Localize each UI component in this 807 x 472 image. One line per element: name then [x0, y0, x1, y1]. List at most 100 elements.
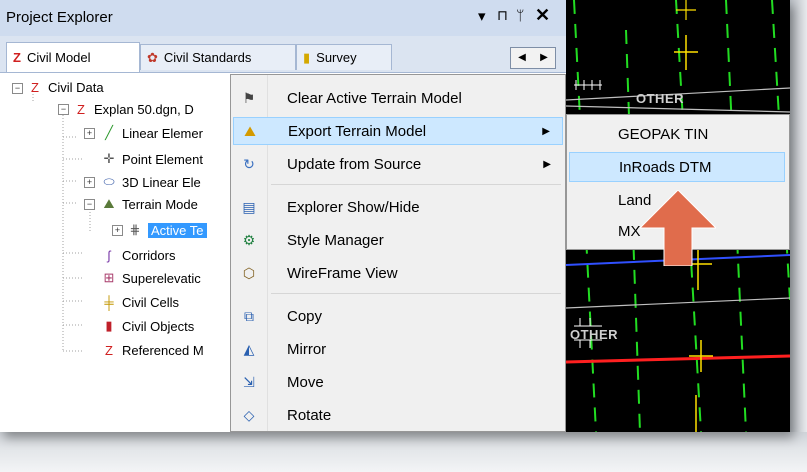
- menu-item-clear-active-terrain[interactable]: ⚑ Clear Active Terrain Model: [233, 84, 563, 112]
- panel-title-bar[interactable]: Project Explorer ▾ ⊓ ᛘ ✕: [0, 0, 566, 36]
- civil-cell-icon: ╪: [104, 294, 114, 310]
- menu-item-label: Move: [287, 373, 324, 391]
- tab-civil-standards[interactable]: ✿ Civil Standards: [140, 44, 296, 70]
- tree-item-dgn-file[interactable]: Z Explan 50.dgn, D: [72, 99, 194, 119]
- scroll-right-icon[interactable]: ▶: [533, 48, 555, 68]
- close-icon[interactable]: ✕: [535, 5, 550, 26]
- tree-item-label: Referenced M: [122, 342, 204, 358]
- screenshot: Project Explorer ▾ ⊓ ᛘ ✕ Z Civil Model ✿…: [0, 0, 790, 432]
- tree-item-label: 3D Linear Ele: [122, 174, 201, 190]
- collapse-toggle[interactable]: −: [12, 83, 23, 94]
- annotation-arrow-icon: [640, 190, 716, 266]
- tree-item-point-elements[interactable]: ✛ Point Element: [100, 149, 203, 169]
- menu-item-label: Clear Active Terrain Model: [287, 89, 462, 107]
- linear-element-icon: ╱: [105, 125, 113, 140]
- tab-scroll-buttons: ◀ ▶: [510, 47, 556, 69]
- tab-label: Civil Standards: [163, 50, 252, 65]
- submenu-item-label: GEOPAK TIN: [618, 125, 709, 143]
- cad-label-top: OTHER: [636, 91, 684, 106]
- submenu-arrow-icon: ▶: [543, 158, 551, 170]
- expand-toggle[interactable]: +: [84, 128, 95, 139]
- terrain-model-icon: ⛰: [103, 196, 115, 211]
- submenu-arrow-icon: ▶: [542, 125, 550, 137]
- tree-item-label: Civil Data: [48, 79, 104, 95]
- mirror-icon: ◭: [243, 340, 255, 357]
- point-element-icon: ✛: [103, 151, 115, 166]
- dropdown-icon[interactable]: ▾: [478, 7, 486, 25]
- menu-item-rotate[interactable]: ◇ Rotate: [233, 401, 563, 429]
- collapse-toggle[interactable]: −: [58, 104, 69, 115]
- submenu-item-inroads-dtm[interactable]: InRoads DTM: [569, 152, 785, 182]
- menu-item-update-source[interactable]: ↻ Update from Source ▶: [233, 150, 563, 178]
- civil-standards-icon: ✿: [147, 49, 158, 65]
- tree-item-active-terrain[interactable]: ⋕ Active Te: [126, 220, 207, 240]
- tree-item-label: Active Te: [148, 222, 207, 238]
- tab-label: Civil Model: [26, 50, 91, 65]
- tree-item-civil-objects[interactable]: ▮ Civil Objects: [100, 316, 194, 336]
- checkered-flag-icon: ⚑: [242, 89, 256, 106]
- reference-model-icon: Z: [105, 342, 113, 358]
- terrain-mesh-icon: ⋕: [129, 222, 141, 237]
- explorer-window-icon: ▤: [242, 198, 256, 215]
- civil-object-icon: ▮: [105, 318, 113, 333]
- 3d-linear-icon: ⬭: [103, 174, 115, 189]
- tree-item-label: Superelevatic: [122, 270, 201, 286]
- tree-item-label: Terrain Mode: [122, 196, 198, 212]
- survey-icon: ▮: [303, 49, 311, 65]
- tree-item-superelevation[interactable]: ⊞ Superelevatic: [100, 268, 201, 288]
- tree-item-linear-elements[interactable]: ╱ Linear Elemer: [100, 123, 203, 143]
- panel-title: Project Explorer: [6, 9, 113, 26]
- move-icon: ⇲: [243, 373, 255, 390]
- menu-item-wireframe[interactable]: ⬡ WireFrame View: [233, 259, 563, 287]
- menu-item-label: Export Terrain Model: [288, 122, 427, 140]
- tree-item-corridors[interactable]: ʃ Corridors: [100, 245, 176, 265]
- civil-model-icon: Z: [13, 50, 21, 65]
- wireframe-icon: ⬡: [242, 264, 256, 281]
- menu-item-label: Mirror: [287, 340, 327, 358]
- tree-item-label: Point Element: [122, 151, 203, 167]
- rotate-icon: ◇: [243, 406, 255, 423]
- tab-civil-model[interactable]: Z Civil Model: [6, 42, 140, 72]
- tree-item-civil-data[interactable]: Z Civil Data: [26, 77, 104, 97]
- menu-item-move[interactable]: ⇲ Move: [233, 368, 563, 396]
- tree-item-label: Explan 50.dgn, D: [94, 101, 194, 117]
- tab-survey[interactable]: ▮ Survey: [296, 44, 392, 70]
- tree-item-referenced[interactable]: Z Referenced M: [100, 340, 204, 360]
- menu-item-explorer-toggle[interactable]: ▤ Explorer Show/Hide: [233, 193, 563, 221]
- corridor-icon: ʃ: [107, 247, 111, 263]
- menu-separator: [271, 184, 561, 185]
- context-menu: ⚑ Clear Active Terrain Model ⛰ Export Te…: [230, 74, 566, 432]
- scroll-left-icon[interactable]: ◀: [511, 48, 533, 68]
- tree-item-label: Civil Cells: [122, 294, 180, 310]
- superelevation-icon: ⊞: [103, 270, 115, 285]
- style-manager-icon: ⚙: [242, 231, 256, 248]
- tree-item-terrain-models[interactable]: ⛰ Terrain Mode: [100, 194, 198, 214]
- dock-icon[interactable]: ᛘ: [516, 7, 524, 23]
- pin-icon[interactable]: ⊓: [497, 7, 508, 24]
- dgn-model-icon: Z: [77, 101, 85, 117]
- menu-item-style-manager[interactable]: ⚙ Style Manager: [233, 226, 563, 254]
- export-terrain-icon: ⛰: [244, 122, 256, 139]
- expand-toggle[interactable]: +: [112, 225, 123, 236]
- tree-item-label: Civil Objects: [122, 318, 195, 334]
- menu-item-label: Rotate: [287, 406, 332, 424]
- menu-item-label: Copy: [287, 307, 323, 325]
- expand-toggle[interactable]: +: [84, 177, 95, 188]
- copy-icon: ⧉: [244, 307, 254, 324]
- collapse-toggle[interactable]: −: [84, 199, 95, 210]
- menu-item-label: Explorer Show/Hide: [287, 198, 420, 216]
- frame-edge-bottom: [0, 432, 807, 472]
- menu-item-label: WireFrame View: [287, 264, 398, 282]
- menu-item-copy[interactable]: ⧉ Copy: [233, 302, 563, 330]
- tree-item-3d-linear[interactable]: ⬭ 3D Linear Ele: [100, 172, 201, 192]
- submenu-item-label: InRoads DTM: [619, 158, 712, 176]
- menu-item-mirror[interactable]: ◭ Mirror: [233, 335, 563, 363]
- menu-item-export-terrain[interactable]: ⛰ Export Terrain Model ▶: [233, 117, 563, 145]
- submenu-item-geopak-tin[interactable]: GEOPAK TIN: [569, 119, 785, 149]
- refresh-icon: ↻: [243, 155, 255, 172]
- tree-item-civil-cells[interactable]: ╪ Civil Cells: [100, 292, 179, 312]
- tree-item-label: Linear Elemer: [122, 125, 203, 141]
- submenu-item-label: MX: [618, 222, 641, 240]
- menu-separator: [271, 293, 561, 294]
- frame-edge-right: [790, 0, 807, 472]
